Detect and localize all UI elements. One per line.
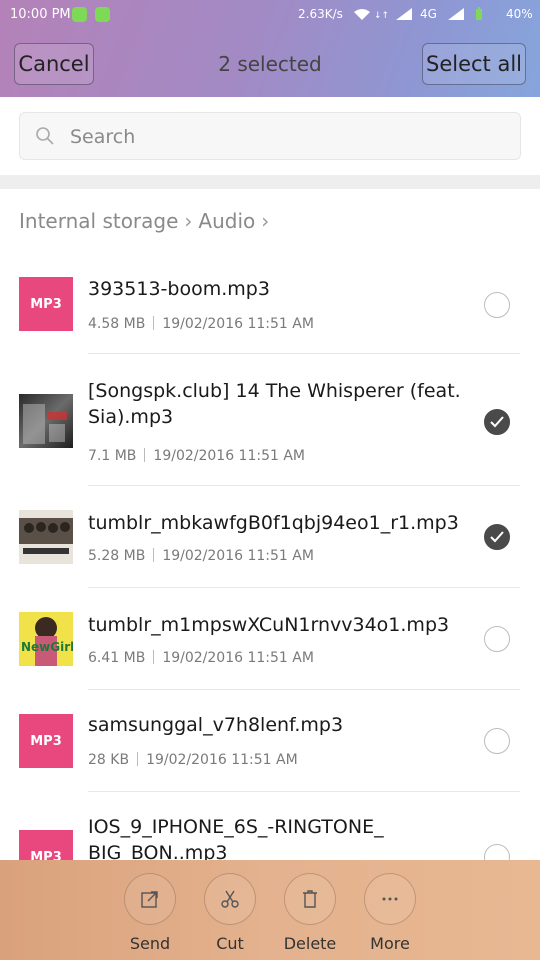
android-icon <box>95 7 110 22</box>
search-area <box>0 97 540 175</box>
status-time: 10:00 PM <box>10 7 71 22</box>
search-input[interactable] <box>68 121 492 153</box>
file-item[interactable]: [Songspk.club] 14 The Whisperer (feat. S… <box>0 354 540 486</box>
breadcrumb-internal-storage[interactable]: Internal storage <box>19 209 178 233</box>
checkmark-icon <box>490 416 504 428</box>
file-meta: 5.28 MB 19/02/2016 11:51 AM <box>88 548 314 564</box>
network-type: 4G <box>420 7 437 21</box>
file-name: 393513-boom.mp3 <box>88 278 270 300</box>
chevron-right-icon: › <box>261 209 270 233</box>
select-checkbox[interactable] <box>484 292 510 318</box>
select-all-button[interactable]: Select all <box>422 43 526 85</box>
album-art-thumbnail: NewGirl <box>19 612 73 666</box>
file-size: 4.58 MB <box>88 316 146 332</box>
file-date: 19/02/2016 11:51 AM <box>162 548 314 564</box>
battery-saver-icon <box>72 7 87 22</box>
send-button[interactable]: Send <box>110 873 190 953</box>
file-item[interactable]: MP3 393513-boom.mp3 4.58 MB 19/02/2016 11… <box>0 252 540 354</box>
header: 10:00 PM 2.63K/s ↓↑ 4G 40% Cancel 2 sele… <box>0 0 540 97</box>
search-icon <box>36 127 54 145</box>
delete-label: Delete <box>283 934 337 953</box>
svg-text:↓↑: ↓↑ <box>374 11 389 21</box>
select-checkbox-checked[interactable] <box>484 524 510 550</box>
file-date: 19/02/2016 11:51 AM <box>146 752 298 768</box>
file-name: IOS_9_IPHONE_6S_-RINGTONE_BIG_BON..mp3 <box>88 816 384 864</box>
battery-percent: 40% <box>506 7 533 21</box>
file-meta: 6.41 MB 19/02/2016 11:51 AM <box>88 650 314 666</box>
file-item[interactable]: tumblr_mbkawfgB0f1qbj94eo1_r1.mp3 5.28 M… <box>0 486 540 588</box>
mp3-file-icon: MP3 <box>19 277 73 331</box>
chevron-right-icon: › <box>184 209 193 233</box>
file-item[interactable]: MP3 samsunggal_v7h8lenf.mp3 28 KB 19/02/2… <box>0 690 540 792</box>
cut-label: Cut <box>216 934 244 953</box>
file-meta: 7.1 MB 19/02/2016 11:51 AM <box>88 448 305 464</box>
more-button[interactable]: More <box>350 873 430 953</box>
checkmark-icon <box>490 531 504 543</box>
file-meta: 28 KB 19/02/2016 11:51 AM <box>88 752 298 768</box>
album-art-text: NewGirl <box>21 640 73 654</box>
cut-button-circle <box>204 873 256 925</box>
file-name: [Songspk.club] 14 The Whisperer (feat. S… <box>88 380 461 428</box>
search-box[interactable] <box>19 112 521 160</box>
cancel-button[interactable]: Cancel <box>14 43 94 85</box>
file-size: 6.41 MB <box>88 650 146 666</box>
select-checkbox[interactable] <box>484 626 510 652</box>
file-size: 5.28 MB <box>88 548 146 564</box>
file-meta: 4.58 MB 19/02/2016 11:51 AM <box>88 316 314 332</box>
delete-button-circle <box>284 873 336 925</box>
scissors-icon <box>221 890 239 908</box>
page-title: 2 selected <box>218 52 322 76</box>
wifi-signal-icon: ↓↑ 4G <box>354 7 482 21</box>
send-label: Send <box>129 934 171 953</box>
file-name: tumblr_m1mpswXCuN1rnvv34o1.mp3 <box>88 614 450 636</box>
select-checkbox-checked[interactable] <box>484 409 510 435</box>
send-button-circle <box>124 873 176 925</box>
more-label: More <box>370 934 410 953</box>
file-date: 19/02/2016 11:51 AM <box>162 316 314 332</box>
mp3-file-icon: MP3 <box>19 714 73 768</box>
breadcrumb: Internal storage › Audio › <box>19 209 275 233</box>
status-bar: 10:00 PM 2.63K/s ↓↑ 4G 40% <box>0 0 540 30</box>
network-speed: 2.63K/s <box>298 7 343 21</box>
more-button-circle <box>364 873 416 925</box>
send-icon <box>141 891 158 908</box>
select-checkbox[interactable] <box>484 728 510 754</box>
file-date: 19/02/2016 11:51 AM <box>153 448 305 464</box>
file-name: tumblr_mbkawfgB0f1qbj94eo1_r1.mp3 <box>88 512 459 534</box>
signal-icons: ↓↑ 4G <box>352 6 492 25</box>
section-divider <box>0 175 540 189</box>
trash-icon <box>303 890 317 908</box>
file-size: 7.1 MB <box>88 448 137 464</box>
file-size: 28 KB <box>88 752 130 768</box>
album-art-thumbnail <box>19 394 73 448</box>
album-art-thumbnail <box>19 510 73 564</box>
file-item[interactable]: NewGirl tumblr_m1mpswXCuN1rnvv34o1.mp3 6… <box>0 588 540 690</box>
file-date: 19/02/2016 11:51 AM <box>162 650 314 666</box>
breadcrumb-audio[interactable]: Audio <box>198 209 255 233</box>
more-dots-icon <box>382 897 398 901</box>
delete-button[interactable]: Delete <box>270 873 350 953</box>
file-name: samsunggal_v7h8lenf.mp3 <box>88 714 344 736</box>
cut-button[interactable]: Cut <box>190 873 270 953</box>
bottom-action-bar: Send Cut Delete More <box>0 860 540 960</box>
